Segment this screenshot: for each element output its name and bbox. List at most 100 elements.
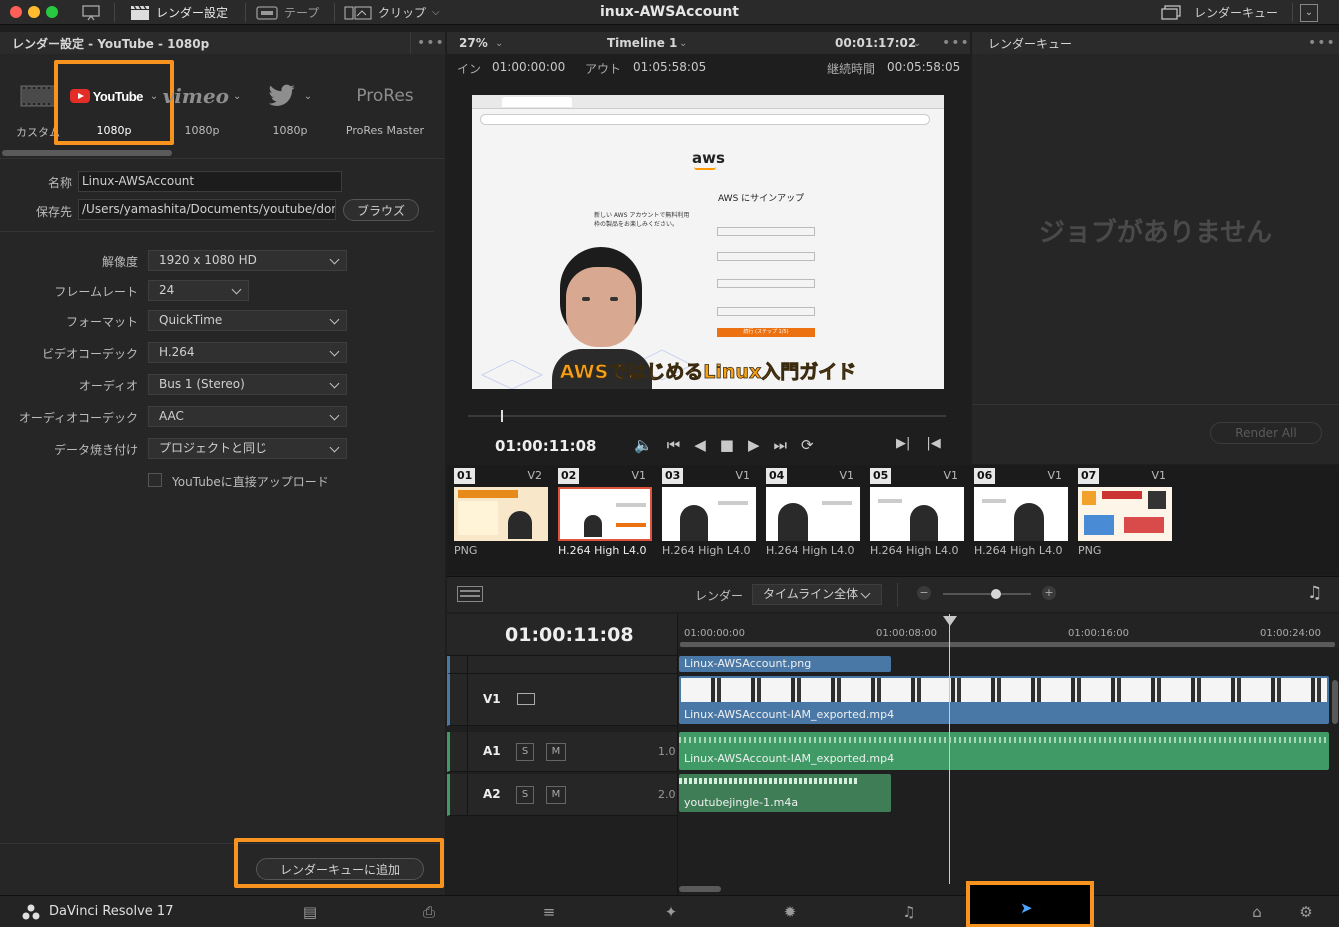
render-queue-header: レンダーキュー ••• <box>972 32 1339 54</box>
render-all-button[interactable]: Render All <box>1210 422 1322 444</box>
film-strip-icon[interactable] <box>517 693 535 705</box>
loop-icon[interactable]: ⟳ <box>801 436 814 454</box>
color-page-icon[interactable]: ✹ <box>779 902 801 922</box>
timeline-name[interactable]: Timeline 1 <box>607 36 677 50</box>
clip-thumbnail[interactable]: 01 V2 PNG <box>447 465 548 565</box>
zoom-level[interactable]: 27% <box>459 36 488 50</box>
clip-thumbnail[interactable]: 07 V1 PNG <box>1071 465 1172 565</box>
gear-icon[interactable]: ⚙ <box>1295 902 1317 922</box>
scrubber-track[interactable] <box>468 415 946 417</box>
video-clip[interactable]: Linux-AWSAccount-IAM_exported.mp4 <box>679 676 1329 724</box>
more-options-icon[interactable]: ••• <box>1308 35 1336 51</box>
expand-button[interactable]: ⌄ <box>1300 0 1318 25</box>
mark-out-icon[interactable]: |◀ <box>926 436 940 451</box>
media-page-icon[interactable]: ▤ <box>299 902 321 922</box>
close-window-button[interactable] <box>10 6 22 18</box>
timeline-vertical-scrollbar[interactable] <box>1332 680 1338 724</box>
cut-page-icon[interactable]: ⎙ <box>418 902 440 922</box>
video-codec-select[interactable]: H.264 <box>148 342 347 363</box>
skip-forward-icon[interactable]: ⏭ <box>773 436 787 454</box>
chevron-down-icon <box>329 314 340 325</box>
stop-icon[interactable]: ■ <box>720 436 734 454</box>
zoom-out-icon[interactable]: − <box>917 586 931 600</box>
presets-scrollbar[interactable] <box>2 150 172 156</box>
duration-label: 継続時間 <box>827 62 876 76</box>
zoom-in-icon[interactable]: + <box>1042 586 1056 600</box>
clip-menu[interactable]: クリップ ⌵ <box>344 0 440 25</box>
render-settings-title: レンダー設定 - YouTube - 1080p <box>12 36 210 51</box>
step-back-icon[interactable]: ◀ <box>694 436 706 454</box>
fusion-page-icon[interactable]: ✦ <box>660 902 682 922</box>
audio-select[interactable]: Bus 1 (Stereo) <box>148 374 347 395</box>
browse-button[interactable]: ブラウズ <box>343 199 419 221</box>
preset-vimeo-label: 1080p <box>184 124 220 137</box>
preset-prores-label: ProRes Master <box>345 124 425 137</box>
render-range-label: レンダー <box>695 589 744 603</box>
clip-thumbnail[interactable]: 04 V1 H.264 High L4.0 <box>759 465 860 565</box>
framerate-select[interactable]: 24 <box>148 280 249 301</box>
track-a2-header: A2 S M 2.0 <box>447 774 677 816</box>
scrubber-playhead[interactable] <box>501 410 503 422</box>
timeline-panel: 01:00:11:08 V1 A1 S M 1.0 A2 S M 2.0 01:… <box>447 614 1339 895</box>
a2-label: A2 <box>483 787 501 801</box>
mark-in-icon[interactable]: ▶| <box>896 436 910 451</box>
track-a1-header: A1 S M 1.0 <box>447 732 677 772</box>
chevron-down-icon <box>329 346 340 357</box>
zoom-slider-knob[interactable] <box>991 589 1001 599</box>
music-note-icon[interactable]: ♫ <box>1307 583 1322 603</box>
clip-thumbnail-selected[interactable]: 02 V1 H.264 High L4.0 <box>551 465 652 565</box>
jingle-clip[interactable]: youtubejingle-1.m4a <box>679 774 891 812</box>
play-icon[interactable]: ▶ <box>748 436 760 454</box>
monitor-icon[interactable] <box>82 0 100 25</box>
name-field[interactable]: Linux-AWSAccount <box>78 171 342 192</box>
viewer-header: 27% ⌄ Timeline 1 ⌄ 00:01:17:02 ⌄ ••• <box>447 32 970 54</box>
chevron-down-icon[interactable]: ⌄ <box>679 38 687 49</box>
mute-button[interactable]: M <box>546 743 566 761</box>
youtube-upload-label: YouTubeに直接アップロード <box>172 475 329 489</box>
maximize-window-button[interactable] <box>46 6 58 18</box>
solo-button[interactable]: S <box>516 743 534 761</box>
minimize-window-button[interactable] <box>28 6 40 18</box>
preset-vimeo[interactable]: vimeo ⌄ 1080p <box>152 54 252 144</box>
clip-thumbnail[interactable]: 06 V1 H.264 High L4.0 <box>967 465 1068 565</box>
deliver-page-tab[interactable]: ➤ <box>966 881 1094 927</box>
preset-prores[interactable]: ProRes ProRes Master <box>335 54 435 144</box>
burn-in-select[interactable]: プロジェクトと同じ <box>148 438 347 459</box>
home-icon[interactable]: ⌂ <box>1246 902 1268 922</box>
timeline-ruler[interactable]: 01:00:00:00 01:00:08:00 01:00:16:00 01:0… <box>678 614 1339 648</box>
mute-button[interactable]: M <box>546 786 566 804</box>
audio-clip[interactable]: Linux-AWSAccount-IAM_exported.mp4 <box>679 732 1329 770</box>
render-queue-icon <box>1161 4 1181 20</box>
volume-icon[interactable]: 🔈 <box>634 436 653 454</box>
png-clip[interactable]: Linux-AWSAccount.png <box>679 656 891 672</box>
more-options-icon[interactable]: ••• <box>417 35 445 51</box>
edit-page-icon[interactable]: ≡ <box>538 902 560 922</box>
fairlight-page-icon[interactable]: ♫ <box>898 902 920 922</box>
zoom-slider[interactable] <box>943 593 1031 595</box>
render-queue-toggle[interactable]: レンダーキュー <box>1160 0 1278 25</box>
render-settings-toggle[interactable]: レンダー設定 <box>130 0 228 25</box>
audio-codec-select[interactable]: AAC <box>148 406 347 427</box>
timeline-playhead[interactable] <box>949 614 950 884</box>
timeline-toolbar: レンダー タイムライン全体 − + ♫ <box>447 576 1339 612</box>
chevron-down-icon[interactable]: ⌄ <box>495 38 503 49</box>
v1-label: V1 <box>483 692 501 706</box>
youtube-upload-checkbox[interactable] <box>148 473 162 487</box>
track-v2-header <box>447 656 677 674</box>
resolution-select[interactable]: 1920 x 1080 HD <box>148 250 347 271</box>
render-range-select[interactable]: タイムライン全体 <box>752 584 882 605</box>
clip-thumbnail[interactable]: 03 V1 H.264 High L4.0 <box>655 465 756 565</box>
clip-thumbnail[interactable]: 05 V1 H.264 High L4.0 <box>863 465 964 565</box>
location-field[interactable]: /Users/yamashita/Documents/youtube/done <box>78 199 336 220</box>
solo-button[interactable]: S <box>516 786 534 804</box>
format-select[interactable]: QuickTime <box>148 310 347 331</box>
playhead-handle[interactable] <box>943 616 957 626</box>
chevron-down-icon[interactable]: ⌄ <box>913 38 921 49</box>
more-options-icon[interactable]: ••• <box>942 35 970 51</box>
timeline-view-icon[interactable] <box>457 586 483 602</box>
skip-back-icon[interactable]: ⏮ <box>667 436 681 454</box>
preset-twitter[interactable]: ⌄ 1080p <box>240 54 340 144</box>
viewer-timecode: 01:00:11:08 <box>495 437 597 455</box>
timeline-horizontal-scrollbar[interactable] <box>679 886 721 892</box>
tape-toggle[interactable]: テープ <box>256 0 319 25</box>
